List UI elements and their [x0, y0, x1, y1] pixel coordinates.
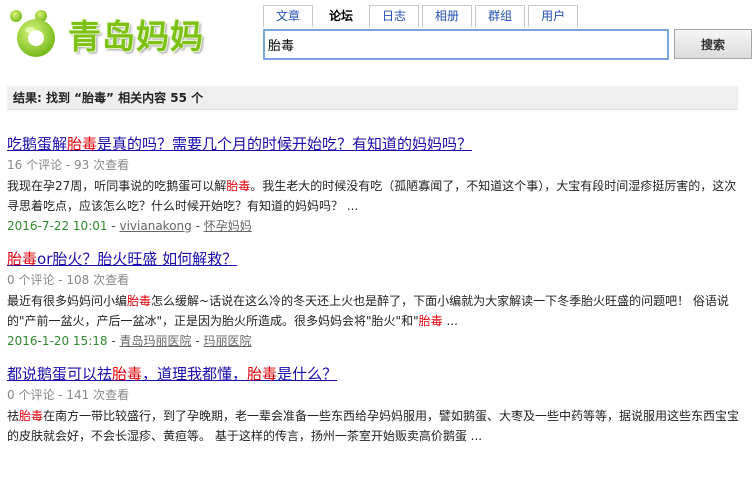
tab-groups[interactable]: 群组: [475, 5, 526, 27]
result-title-link[interactable]: 胎毒or胎火？胎火旺盛 如何解救？: [7, 248, 237, 270]
result-title-link[interactable]: 都说鹅蛋可以祛胎毒，道理我都懂，胎毒是什么？: [7, 363, 337, 385]
result-date: 2016-7-22 10:01: [7, 219, 108, 233]
tab-forum[interactable]: 论坛: [316, 5, 367, 27]
site-logo[interactable]: 青岛妈妈: [6, 4, 234, 60]
result-title-link[interactable]: 吃鹅蛋解胎毒是真的吗？需要几个月的时候开始吃？有知道的妈妈吗？: [7, 133, 472, 155]
search-input[interactable]: [263, 29, 669, 60]
logo-mark-icon: [10, 10, 55, 57]
result-date: 2016-1-20 15:18: [7, 334, 108, 348]
result-stats: 0 个评论 - 108 次查看: [7, 273, 130, 287]
search-button[interactable]: 搜索: [674, 29, 752, 59]
result-author-link[interactable]: 青岛玛丽医院: [119, 334, 191, 348]
result-item: 胎毒or胎火？胎火旺盛 如何解救？ 0 个评论 - 108 次查看 最近有很多妈…: [7, 248, 747, 352]
tab-blog[interactable]: 日志: [369, 5, 420, 27]
logo-text: 青岛妈妈: [68, 17, 204, 56]
tab-articles[interactable]: 文章: [263, 5, 314, 27]
tab-users[interactable]: 用户: [528, 5, 579, 27]
result-stats: 16 个评论 - 93 次查看: [7, 158, 130, 172]
result-stats: 0 个评论 - 141 次查看: [7, 388, 130, 402]
result-snippet: 我现在孕27周，听同事说的吃鹅蛋可以解胎毒。我生老大的时候没有吃（孤陋寡闻了，不…: [7, 179, 737, 213]
search-category-tabs: 文章 论坛 日志 相册 群组 用户: [263, 5, 581, 27]
result-author-link[interactable]: vivianakong: [119, 219, 191, 233]
result-item: 都说鹅蛋可以祛胎毒，道理我都懂，胎毒是什么？ 0 个评论 - 141 次查看 祛…: [7, 363, 747, 446]
results-list: 吃鹅蛋解胎毒是真的吗？需要几个月的时候开始吃？有知道的妈妈吗？ 16 个评论 -…: [7, 133, 747, 457]
result-footer: 2016-7-22 10:01 - vivianakong - 怀孕妈妈: [7, 219, 252, 233]
result-footer: 2016-1-20 15:18 - 青岛玛丽医院 - 玛丽医院: [7, 334, 252, 348]
result-snippet: 最近有很多妈妈问小编胎毒怎么缓解~话说在这么冷的冬天还上火也是醉了，下面小编就为…: [7, 294, 729, 328]
result-snippet: 祛胎毒在南方一带比较盛行，到了孕晚期，老一辈会准备一些东西给孕妈妈服用，譬如鹅蛋…: [7, 409, 740, 443]
result-forum-link[interactable]: 玛丽医院: [203, 334, 251, 348]
tab-albums[interactable]: 相册: [422, 5, 473, 27]
result-item: 吃鹅蛋解胎毒是真的吗？需要几个月的时候开始吃？有知道的妈妈吗？ 16 个评论 -…: [7, 133, 747, 237]
result-forum-link[interactable]: 怀孕妈妈: [204, 219, 252, 233]
result-summary: 结果: 找到 “胎毒” 相关内容 55 个: [7, 86, 738, 110]
